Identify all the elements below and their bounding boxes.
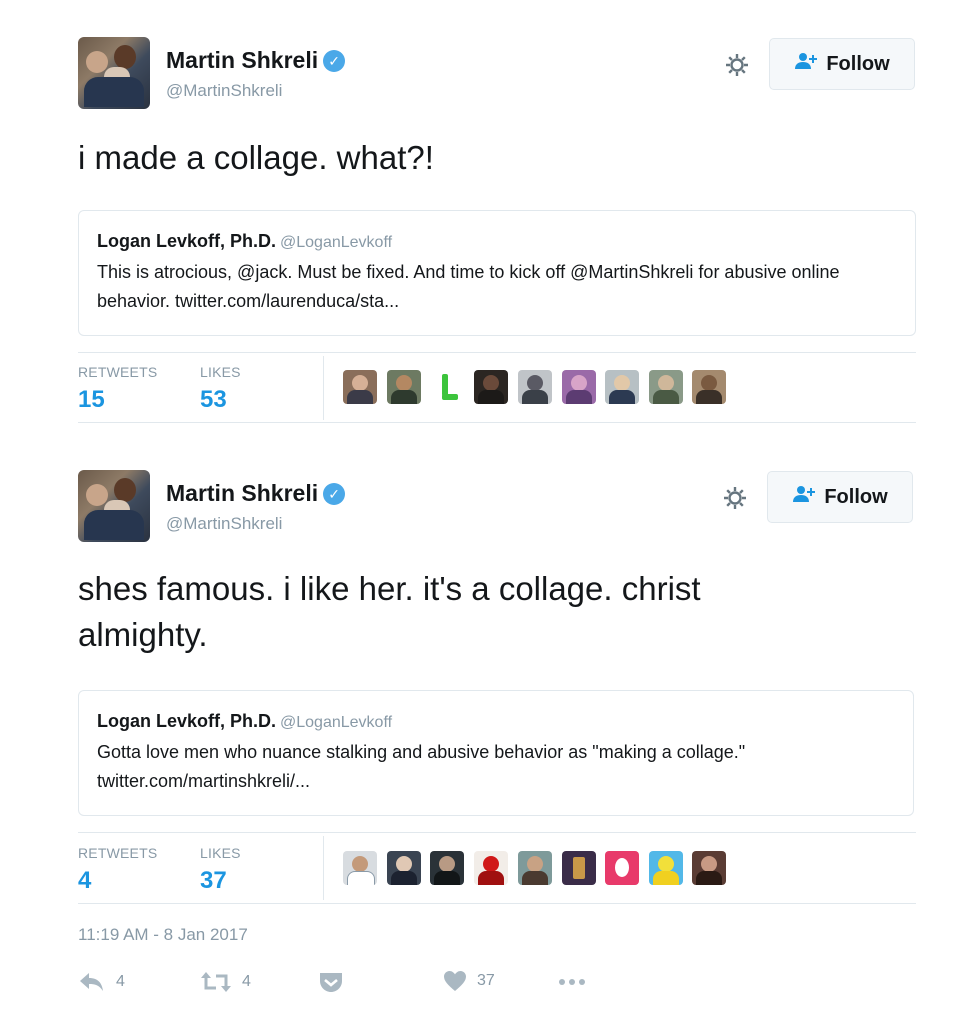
likes-count[interactable]: 37 (200, 867, 227, 895)
liker-avatar[interactable] (649, 370, 683, 404)
liker-avatar[interactable] (605, 851, 639, 885)
likes-label[interactable]: LIKES (200, 364, 241, 380)
quoted-author-name: Logan Levkoff, Ph.D. (97, 231, 277, 251)
author-avatar[interactable] (78, 470, 150, 542)
quoted-text: This is atrocious, @jack. Must be fixed.… (97, 262, 840, 311)
reply-icon (78, 970, 106, 994)
add-user-icon (792, 485, 816, 509)
retweet-button[interactable]: 4 (200, 970, 251, 994)
liker-avatar[interactable] (474, 370, 508, 404)
liker-avatar[interactable] (387, 370, 421, 404)
pocket-icon (318, 970, 344, 994)
liker-avatar[interactable] (692, 851, 726, 885)
tweet-text: shes famous. i like her. it's a collage.… (78, 570, 701, 653)
author-handle[interactable]: @MartinShkreli (166, 514, 282, 534)
retweets-label[interactable]: RETWEETS (78, 845, 157, 861)
more-icon (557, 970, 587, 994)
author-handle[interactable]: @MartinShkreli (166, 81, 282, 101)
liker-avatar[interactable] (343, 370, 377, 404)
like-count: 37 (477, 972, 495, 989)
liker-avatar[interactable] (343, 851, 377, 885)
liker-avatar[interactable] (430, 370, 464, 404)
retweet-count: 4 (242, 973, 251, 990)
verified-badge-icon: ✓ (323, 50, 346, 72)
divider (78, 903, 916, 904)
divider (323, 836, 324, 900)
likes-count[interactable]: 53 (200, 386, 227, 414)
verified-badge-icon: ✓ (323, 483, 346, 505)
divider (78, 832, 916, 833)
pocket-button[interactable] (318, 970, 344, 994)
like-button[interactable]: 37 (443, 970, 495, 992)
retweets-count[interactable]: 4 (78, 867, 91, 895)
quoted-tweet[interactable]: Logan Levkoff, Ph.D. @LoganLevkoff This i… (78, 210, 916, 336)
liker-avatar[interactable] (387, 851, 421, 885)
likes-label[interactable]: LIKES (200, 845, 241, 861)
follow-button[interactable]: Follow (767, 471, 913, 523)
liker-avatar[interactable] (562, 370, 596, 404)
retweets-count[interactable]: 15 (78, 386, 105, 414)
liker-avatar[interactable] (430, 851, 464, 885)
liker-avatar[interactable] (562, 851, 596, 885)
liker-avatar[interactable] (518, 851, 552, 885)
quoted-author-name: Logan Levkoff, Ph.D. (97, 711, 277, 731)
liker-avatar[interactable] (649, 851, 683, 885)
divider (78, 422, 916, 423)
quoted-author-handle: @LoganLevkoff (280, 714, 393, 731)
reply-count: 4 (116, 973, 125, 990)
quoted-text: Gotta love men who nuance stalking and a… (97, 742, 746, 791)
liker-avatar[interactable] (605, 370, 639, 404)
liker-avatar[interactable] (518, 370, 552, 404)
divider (323, 356, 324, 420)
heart-icon (443, 970, 467, 992)
tweet-text: i made a collage. what?! (78, 139, 434, 176)
tweet-timestamp[interactable]: 11:19 AM - 8 Jan 2017 (78, 925, 248, 945)
author-name[interactable]: Martin Shkreli ✓ (166, 47, 346, 74)
retweet-icon (200, 970, 232, 994)
divider (78, 352, 916, 353)
add-user-icon (794, 52, 818, 76)
quoted-author-handle: @LoganLevkoff (280, 234, 393, 251)
author-name[interactable]: Martin Shkreli ✓ (166, 480, 346, 507)
quoted-tweet[interactable]: Logan Levkoff, Ph.D. @LoganLevkoff Gotta … (78, 690, 914, 816)
gear-icon[interactable] (723, 51, 751, 79)
more-button[interactable] (557, 970, 587, 994)
follow-button[interactable]: Follow (769, 38, 915, 90)
liker-avatar[interactable] (692, 370, 726, 404)
author-avatar[interactable] (78, 37, 150, 109)
retweets-label[interactable]: RETWEETS (78, 364, 157, 380)
gear-icon[interactable] (721, 484, 749, 512)
reply-button[interactable]: 4 (78, 970, 125, 994)
liker-avatar[interactable] (474, 851, 508, 885)
